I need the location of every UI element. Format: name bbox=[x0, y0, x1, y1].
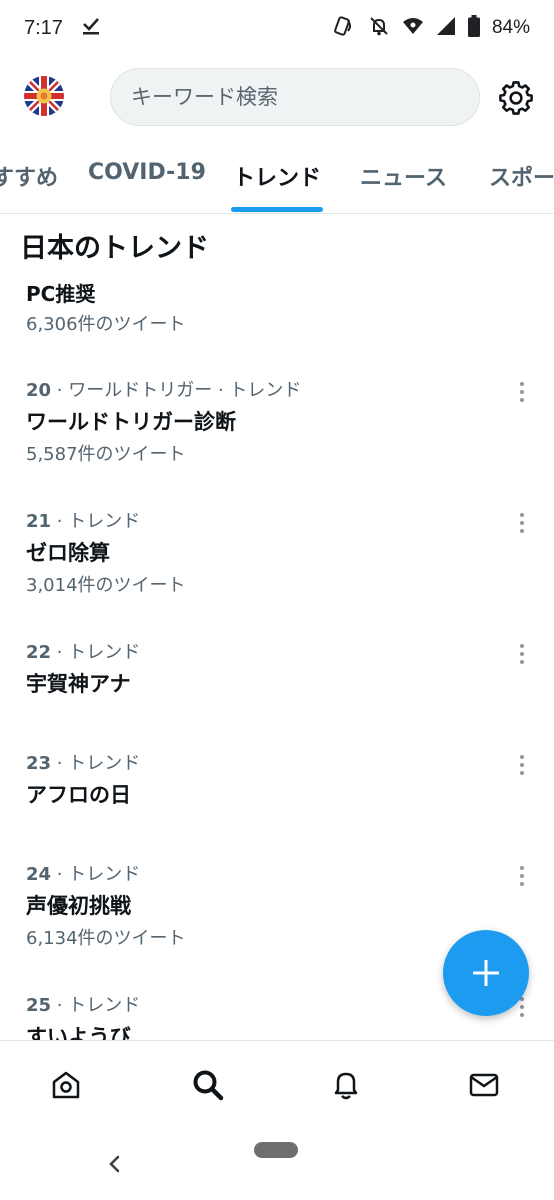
trend-name: アフロの日 bbox=[26, 783, 131, 807]
trend-name: PC推奨 bbox=[26, 282, 96, 306]
trend-rank: 21 bbox=[26, 511, 52, 532]
trend-context: · トレンド bbox=[51, 753, 141, 774]
trend-name: ワールドトリガー診断 bbox=[26, 410, 236, 434]
more-options-icon[interactable] bbox=[512, 639, 532, 669]
trend-rank: 24 bbox=[26, 864, 52, 885]
tab-trending[interactable]: トレンド bbox=[233, 160, 321, 192]
trend-context: · ワールドトリガー · トレンド bbox=[51, 380, 302, 401]
search-icon[interactable] bbox=[188, 1065, 228, 1105]
status-time: 7:17 bbox=[24, 16, 63, 39]
compose-button[interactable] bbox=[443, 930, 529, 1016]
search-box[interactable] bbox=[110, 68, 480, 126]
tab-sports[interactable]: スポーツ bbox=[489, 160, 554, 192]
plus-icon bbox=[473, 960, 499, 986]
active-tab-indicator bbox=[231, 207, 323, 212]
trend-item[interactable]: 21 · トレンド ゼロ除算 3,014件のツイート bbox=[0, 503, 554, 613]
app-header bbox=[0, 64, 554, 130]
trend-tweet-count: 5,587件のツイート bbox=[26, 444, 186, 465]
trend-meta: 24 · トレンド bbox=[26, 860, 140, 886]
more-options-icon[interactable] bbox=[512, 750, 532, 780]
trend-meta: 21 · トレンド bbox=[26, 507, 140, 533]
trend-context: · トレンド bbox=[51, 642, 141, 663]
trend-rank: 23 bbox=[26, 753, 52, 774]
trend-name: 宇賀神アナ bbox=[26, 672, 131, 696]
tab-for-you[interactable]: すすめ bbox=[0, 160, 58, 192]
back-icon[interactable] bbox=[104, 1150, 124, 1178]
more-options-icon[interactable] bbox=[512, 508, 532, 538]
trend-meta: 22 · トレンド bbox=[26, 638, 140, 664]
trend-tweet-count: 6,306件のツイート bbox=[26, 314, 186, 335]
search-input[interactable] bbox=[111, 69, 479, 125]
home-pill[interactable] bbox=[254, 1142, 298, 1158]
section-title: 日本のトレンド bbox=[20, 233, 209, 264]
tab-news[interactable]: ニュース bbox=[360, 160, 447, 192]
bell-icon[interactable] bbox=[326, 1065, 366, 1105]
trend-rank: 25 bbox=[26, 995, 52, 1016]
trend-context: · トレンド bbox=[51, 511, 141, 532]
trend-meta: 20 · ワールドトリガー · トレンド bbox=[26, 376, 301, 402]
cell-signal-icon bbox=[436, 16, 456, 40]
battery-percentage: 84% bbox=[491, 17, 530, 38]
explore-tabs: すすめ COVID-19 トレンド ニュース スポーツ bbox=[0, 150, 554, 214]
mail-icon[interactable] bbox=[464, 1065, 504, 1105]
status-bar: 7:17 84% bbox=[0, 0, 554, 56]
download-check-icon bbox=[81, 16, 101, 40]
trend-meta: 23 · トレンド bbox=[26, 749, 140, 775]
trend-name: すいようび bbox=[26, 1025, 131, 1040]
home-icon[interactable] bbox=[46, 1065, 86, 1105]
bottom-navigation bbox=[0, 1040, 554, 1126]
trend-meta: 25 · トレンド bbox=[26, 991, 140, 1017]
gear-icon[interactable] bbox=[496, 78, 536, 118]
more-options-icon[interactable] bbox=[512, 861, 532, 891]
trend-item[interactable]: 23 · トレンド アフロの日 bbox=[0, 745, 554, 835]
trend-tweet-count: 3,014件のツイート bbox=[26, 575, 186, 596]
system-navigation bbox=[0, 1126, 554, 1200]
nfc-icon bbox=[334, 15, 356, 41]
notifications-off-icon bbox=[368, 15, 390, 41]
more-options-icon[interactable] bbox=[512, 377, 532, 407]
trend-tweet-count: 6,134件のツイート bbox=[26, 928, 186, 949]
battery-icon bbox=[467, 15, 480, 41]
trend-name: ゼロ除算 bbox=[26, 541, 110, 565]
trend-item[interactable]: PC推奨 6,306件のツイート bbox=[0, 270, 554, 340]
avatar[interactable] bbox=[24, 76, 64, 116]
trend-item[interactable]: 20 · ワールドトリガー · トレンド ワールドトリガー診断 5,587件のツ… bbox=[0, 372, 554, 482]
trend-item[interactable]: 22 · トレンド 宇賀神アナ bbox=[0, 634, 554, 724]
trend-context: · トレンド bbox=[51, 864, 141, 885]
wifi-icon bbox=[402, 15, 424, 41]
tab-covid-19[interactable]: COVID-19 bbox=[88, 160, 206, 185]
trend-context: · トレンド bbox=[51, 995, 141, 1016]
trend-name: 声優初挑戦 bbox=[26, 894, 131, 918]
trend-rank: 20 bbox=[26, 380, 52, 401]
trend-rank: 22 bbox=[26, 642, 52, 663]
